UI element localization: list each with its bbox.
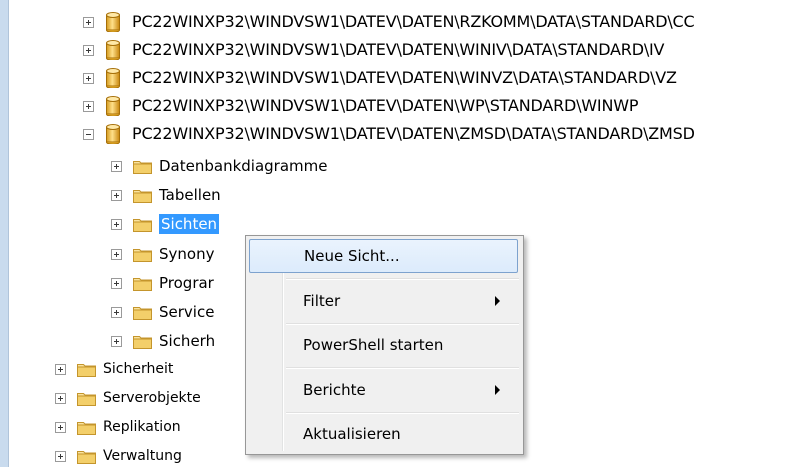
- menu-item-label: Aktualisieren: [303, 425, 401, 443]
- expand-plus-icon[interactable]: [55, 421, 66, 433]
- tree-node-database[interactable]: PC22WINXP32\WINDVSW1\DATEV\DATEN\WINIV\D…: [83, 36, 664, 64]
- expand-plus-icon[interactable]: [83, 44, 94, 56]
- tree-node-database[interactable]: PC22WINXP32\WINDVSW1\DATEV\DATEN\WP\STAN…: [83, 92, 638, 120]
- menu-item-label: Berichte: [303, 381, 366, 399]
- tree-node-database-expanded[interactable]: PC22WINXP32\WINDVSW1\DATEV\DATEN\ZMSD\DA…: [83, 120, 695, 148]
- tree-node-label: Synony: [159, 245, 215, 263]
- expand-plus-icon[interactable]: [111, 306, 122, 318]
- window-left-border: [0, 0, 9, 467]
- collapse-minus-icon[interactable]: [83, 128, 94, 140]
- menu-item-label: Filter: [303, 292, 341, 310]
- tree-node-label: Service: [159, 303, 215, 321]
- folder-icon: [77, 421, 96, 435]
- tree-node-label: PC22WINXP32\WINDVSW1\DATEV\DATEN\ZMSD\DA…: [132, 124, 695, 143]
- expand-plus-icon[interactable]: [111, 189, 122, 201]
- expand-plus-icon[interactable]: [83, 16, 94, 28]
- expand-plus-icon[interactable]: [111, 218, 122, 230]
- menu-item-powershell[interactable]: PowerShell starten: [249, 328, 518, 362]
- tree-node-label: PC22WINXP32\WINDVSW1\DATEV\DATEN\RZKOMM\…: [132, 12, 695, 31]
- folder-icon: [133, 306, 152, 320]
- tree-node-folder[interactable]: Sicherh: [111, 327, 215, 355]
- folder-icon: [77, 363, 96, 377]
- expand-plus-icon[interactable]: [111, 277, 122, 289]
- tree-node-label: Sicherh: [159, 332, 216, 350]
- menu-item-new-view[interactable]: Neue Sicht...: [249, 239, 518, 273]
- tree-node-folder[interactable]: Synony: [111, 240, 214, 268]
- tree-node-label: PC22WINXP32\WINDVSW1\DATEV\DATEN\WINVZ\D…: [132, 68, 677, 87]
- folder-icon: [133, 277, 152, 291]
- database-icon: [106, 68, 120, 88]
- expand-plus-icon[interactable]: [83, 72, 94, 84]
- tree-node-label: Serverobjekte: [103, 390, 201, 406]
- tree-node-folder-selected[interactable]: Sichten: [111, 210, 220, 238]
- tree-node-folder[interactable]: Verwaltung: [55, 442, 182, 470]
- tree-node-label: PC22WINXP32\WINDVSW1\DATEV\DATEN\WP\STAN…: [132, 96, 639, 115]
- tree-node-label: Verwaltung: [103, 448, 182, 464]
- folder-icon: [133, 335, 152, 349]
- expand-plus-icon[interactable]: [83, 100, 94, 112]
- folder-icon: [77, 392, 96, 406]
- folder-icon: [133, 248, 152, 262]
- menu-item-refresh[interactable]: Aktualisieren: [249, 417, 518, 451]
- tree-node-folder[interactable]: Datenbankdiagramme: [111, 152, 327, 180]
- expand-plus-icon[interactable]: [111, 335, 122, 347]
- expand-plus-icon[interactable]: [55, 450, 66, 462]
- menu-item-reports[interactable]: Berichte: [249, 373, 518, 407]
- tree-node-folder[interactable]: Replikation: [55, 413, 181, 441]
- tree-node-label: PC22WINXP32\WINDVSW1\DATEV\DATEN\WINIV\D…: [132, 40, 665, 59]
- menu-item-label: PowerShell starten: [303, 336, 444, 354]
- folder-icon: [133, 160, 152, 174]
- tree-node-label: Datenbankdiagramme: [159, 157, 328, 175]
- folder-icon: [77, 450, 96, 464]
- menu-separator: [286, 412, 519, 414]
- submenu-arrow-icon: [495, 296, 500, 306]
- menu-separator: [286, 278, 519, 280]
- submenu-arrow-icon: [495, 385, 500, 395]
- tree-node-label: Prograr: [159, 274, 214, 292]
- expand-plus-icon[interactable]: [55, 363, 66, 375]
- folder-icon: [133, 218, 152, 232]
- tree-node-label: Tabellen: [159, 186, 221, 204]
- database-icon: [106, 40, 120, 60]
- expand-plus-icon[interactable]: [111, 248, 122, 260]
- context-menu: Neue Sicht... Filter PowerShell starten …: [245, 235, 524, 455]
- tree-node-folder[interactable]: Service: [111, 298, 214, 326]
- database-icon: [106, 12, 120, 32]
- folder-icon: [133, 189, 152, 203]
- menu-separator: [286, 367, 519, 369]
- tree-node-label: Sichten: [159, 214, 220, 234]
- tree-node-folder[interactable]: Serverobjekte: [55, 384, 201, 412]
- menu-item-label: Neue Sicht...: [304, 247, 400, 265]
- expand-plus-icon[interactable]: [111, 160, 122, 172]
- tree-node-label: Replikation: [103, 419, 181, 435]
- tree-node-database[interactable]: PC22WINXP32\WINDVSW1\DATEV\DATEN\WINVZ\D…: [83, 64, 677, 92]
- tree-node-folder[interactable]: Sicherheit: [55, 355, 173, 383]
- tree-node-database[interactable]: PC22WINXP32\WINDVSW1\DATEV\DATEN\RZKOMM\…: [83, 8, 695, 36]
- database-icon: [106, 124, 120, 144]
- tree-node-label: Sicherheit: [103, 361, 174, 377]
- tree-node-folder[interactable]: Tabellen: [111, 181, 221, 209]
- expand-plus-icon[interactable]: [55, 392, 66, 404]
- menu-item-filter[interactable]: Filter: [249, 284, 518, 318]
- database-icon: [106, 96, 120, 116]
- tree-node-folder[interactable]: Prograr: [111, 269, 214, 297]
- menu-separator: [286, 323, 519, 325]
